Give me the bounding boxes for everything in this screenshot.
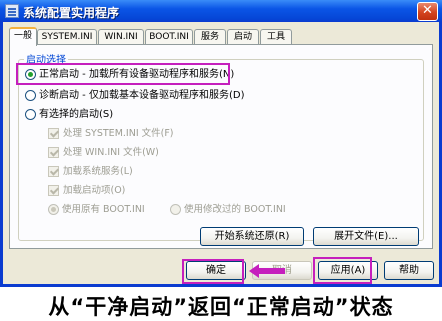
radio-label: 有选择的启动(S) bbox=[39, 109, 114, 120]
radio-selective-startup[interactable]: 有选择的启动(S) bbox=[25, 108, 113, 121]
ok-button[interactable]: 确定 bbox=[186, 261, 246, 280]
radio-button-icon[interactable] bbox=[25, 89, 36, 101]
tab-services[interactable]: 服务 bbox=[194, 29, 226, 45]
left-arrow-icon bbox=[249, 263, 285, 279]
radio-button-icon bbox=[48, 204, 59, 215]
radio-button-icon bbox=[170, 204, 181, 215]
app-icon bbox=[5, 4, 19, 18]
tab-startup[interactable]: 启动 bbox=[227, 29, 259, 45]
checkbox-label: 加载系统服务(L) bbox=[63, 166, 133, 177]
window-client-area: 一般 SYSTEM.INI WIN.INI BOOT.INI 服务 启动 工具 … bbox=[3, 22, 439, 284]
checkbox-icon bbox=[48, 185, 59, 196]
radio-label: 使用修改过的 BOOT.INI bbox=[184, 204, 286, 215]
radio-button-icon[interactable] bbox=[25, 68, 36, 80]
title-bar[interactable]: 系统配置实用程序 ✕ bbox=[0, 0, 442, 22]
checkbox-icon bbox=[48, 147, 59, 158]
radio-button-icon[interactable] bbox=[25, 108, 36, 120]
caption-text: 从“干净启动”返回“正常启动”状态 bbox=[48, 295, 394, 319]
help-button[interactable]: 帮助 bbox=[384, 261, 434, 280]
general-tab-page: 启动选择 正常启动 - 加载所有设备驱动程序和服务(N) 诊断启动 - 仅加载基… bbox=[9, 44, 433, 249]
tab-tools[interactable]: 工具 bbox=[260, 29, 292, 45]
checkbox-label: 加载启动项(O) bbox=[63, 185, 126, 196]
tab-general[interactable]: 一般 bbox=[9, 27, 37, 46]
tab-boot-ini[interactable]: BOOT.INI bbox=[145, 29, 193, 45]
start-system-restore-button[interactable]: 开始系统还原(R) bbox=[200, 227, 304, 246]
check-process-win-ini: 处理 WIN.INI 文件(W) bbox=[48, 146, 159, 159]
window-title: 系统配置实用程序 bbox=[23, 6, 120, 20]
radio-label: 使用原有 BOOT.INI bbox=[62, 204, 145, 215]
system-config-window: 系统配置实用程序 ✕ 一般 SYSTEM.INI WIN.INI BOOT.IN… bbox=[0, 0, 442, 287]
radio-label: 诊断启动 - 仅加载基本设备驱动程序和服务(D) bbox=[39, 90, 245, 101]
tab-win-ini[interactable]: WIN.INI bbox=[98, 29, 144, 45]
checkbox-icon bbox=[48, 166, 59, 177]
radio-modified-boot-ini: 使用修改过的 BOOT.INI bbox=[170, 203, 286, 216]
checkbox-label: 处理 WIN.INI 文件(W) bbox=[63, 147, 159, 158]
group-legend: 启动选择 bbox=[24, 51, 68, 66]
radio-label: 正常启动 - 加载所有设备驱动程序和服务(N) bbox=[39, 69, 235, 80]
check-load-startup-items: 加载启动项(O) bbox=[48, 184, 125, 197]
radio-diagnostic-startup[interactable]: 诊断启动 - 仅加载基本设备驱动程序和服务(D) bbox=[25, 89, 244, 102]
checkbox-icon bbox=[48, 128, 59, 139]
checkbox-label: 处理 SYSTEM.INI 文件(F) bbox=[63, 128, 174, 139]
apply-button[interactable]: 应用(A) bbox=[318, 261, 378, 280]
tab-system-ini[interactable]: SYSTEM.INI bbox=[37, 29, 97, 45]
check-process-system-ini: 处理 SYSTEM.INI 文件(F) bbox=[48, 127, 174, 140]
radio-normal-startup[interactable]: 正常启动 - 加载所有设备驱动程序和服务(N) bbox=[25, 68, 234, 81]
expand-file-button[interactable]: 展开文件(E)... bbox=[313, 227, 419, 246]
radio-original-boot-ini: 使用原有 BOOT.INI bbox=[48, 203, 145, 216]
check-load-system-services: 加载系统服务(L) bbox=[48, 165, 133, 178]
close-button[interactable]: ✕ bbox=[417, 2, 438, 21]
